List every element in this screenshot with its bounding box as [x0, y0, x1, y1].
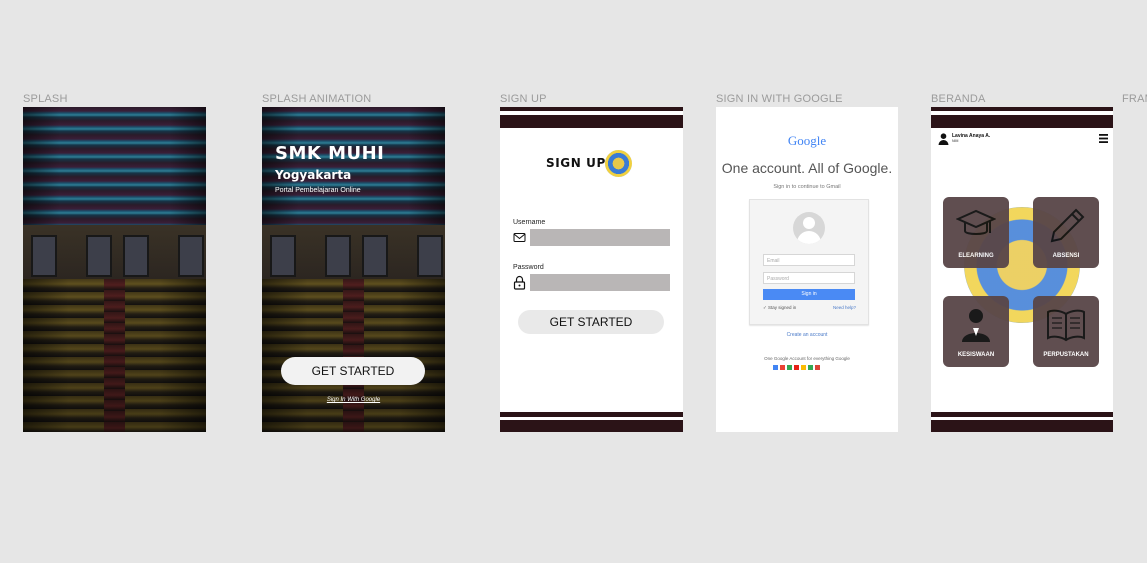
header-bar: [931, 115, 1113, 128]
email-field[interactable]: Email: [763, 254, 855, 266]
footer-bar-thin: [500, 412, 683, 417]
school-emblem-icon: [605, 150, 632, 177]
play-icon: [808, 365, 813, 370]
gmail-icon: [780, 365, 785, 370]
splash-animation-frame[interactable]: SMK MUHI Yogyakarta Portal Pembelajaran …: [262, 107, 445, 432]
password-input[interactable]: [530, 274, 670, 291]
avatar-icon: [793, 212, 825, 244]
school-city: Yogyakarta: [275, 168, 352, 182]
pen-icon: [1050, 208, 1085, 243]
frame-label-sign-up: SIGN UP: [500, 93, 547, 105]
google-footer-text: One Google Account for everything Google: [764, 356, 850, 361]
google-sign-in-card: Email Password Sign in ✓ Stay signed in …: [749, 199, 869, 325]
frame-label-beranda: BERANDA: [931, 93, 986, 105]
theatre-background: [23, 107, 206, 432]
menu-label: KESISWAAN: [957, 352, 995, 358]
username-label: Username: [513, 219, 546, 226]
sign-up-title: SIGN UP: [546, 156, 606, 170]
username-input[interactable]: [530, 229, 670, 246]
menu-card-kesiswaan[interactable]: KESISWAAN: [943, 296, 1009, 367]
password-label: Password: [513, 264, 544, 271]
frame-label-splash-animation: SPLASH ANIMATION: [262, 93, 372, 105]
maps-icon: [787, 365, 792, 370]
create-account-link[interactable]: Create an account: [716, 332, 898, 338]
stay-signed-in-checkbox[interactable]: ✓ Stay signed in: [763, 305, 796, 311]
top-bar: [500, 107, 683, 111]
drive-icon: [801, 365, 806, 370]
menu-label: PERPUSTAKAN: [1043, 352, 1089, 358]
menu-label: ABSENSI: [1052, 253, 1080, 259]
google-logo-text: Google: [787, 133, 827, 148]
sign-up-frame[interactable]: SIGN UP Username Password GET STARTED: [500, 107, 683, 432]
google-plus-icon: [815, 365, 820, 370]
portal-tagline: Portal Pembelajaran Online: [275, 187, 361, 194]
menu-card-elearning[interactable]: ELEARNING: [943, 197, 1009, 268]
get-started-button[interactable]: GET STARTED: [281, 357, 425, 385]
frame-label-splash: SPLASH: [23, 93, 68, 105]
graduation-cap-icon: [956, 209, 996, 235]
menu-card-absensi[interactable]: ABSENSI: [1033, 197, 1099, 268]
mail-icon: [513, 233, 526, 242]
google-search-icon: [773, 365, 778, 370]
top-bar: [931, 107, 1113, 111]
password-field[interactable]: Password: [763, 272, 855, 284]
google-logo: Google: [716, 133, 898, 149]
lock-icon: [513, 275, 526, 290]
beranda-frame[interactable]: Lavina Anaya A. NIM ELEARNING ABSENSI KE…: [931, 107, 1113, 432]
footer-bar-thin: [931, 412, 1113, 417]
book-icon: [1047, 309, 1085, 342]
student-icon: [962, 309, 990, 342]
footer-bar: [931, 420, 1113, 432]
youtube-icon: [794, 365, 799, 370]
header-bar: [500, 115, 683, 128]
google-sign-in-frame[interactable]: Google One account. All of Google. Sign …: [716, 107, 898, 432]
user-id: NIM: [952, 139, 959, 143]
sign-in-google-link[interactable]: Sign In With Google: [262, 397, 445, 403]
google-apps-icons: [773, 365, 820, 370]
stay-signed-in-label: Stay signed in: [768, 305, 797, 310]
need-help-link[interactable]: Need help?: [833, 305, 856, 310]
menu-card-perpustakan[interactable]: PERPUSTAKAN: [1033, 296, 1099, 367]
user-icon[interactable]: [938, 133, 949, 145]
get-started-button[interactable]: GET STARTED: [518, 310, 664, 334]
school-title: SMK MUHI: [275, 143, 385, 164]
footer-bar: [500, 420, 683, 432]
frame-label-sign-in-google: SIGN IN WITH GOOGLE: [716, 93, 843, 105]
hamburger-menu-icon[interactable]: [1099, 134, 1108, 143]
google-subheading: Sign in to continue to Gmail: [773, 184, 841, 190]
menu-label: ELEARNING: [958, 253, 994, 259]
splash-frame[interactable]: [23, 107, 206, 432]
frame-label-next: FRAM: [1122, 93, 1147, 105]
sign-in-button[interactable]: Sign in: [763, 289, 855, 300]
google-heading: One account. All of Google.: [721, 160, 893, 176]
